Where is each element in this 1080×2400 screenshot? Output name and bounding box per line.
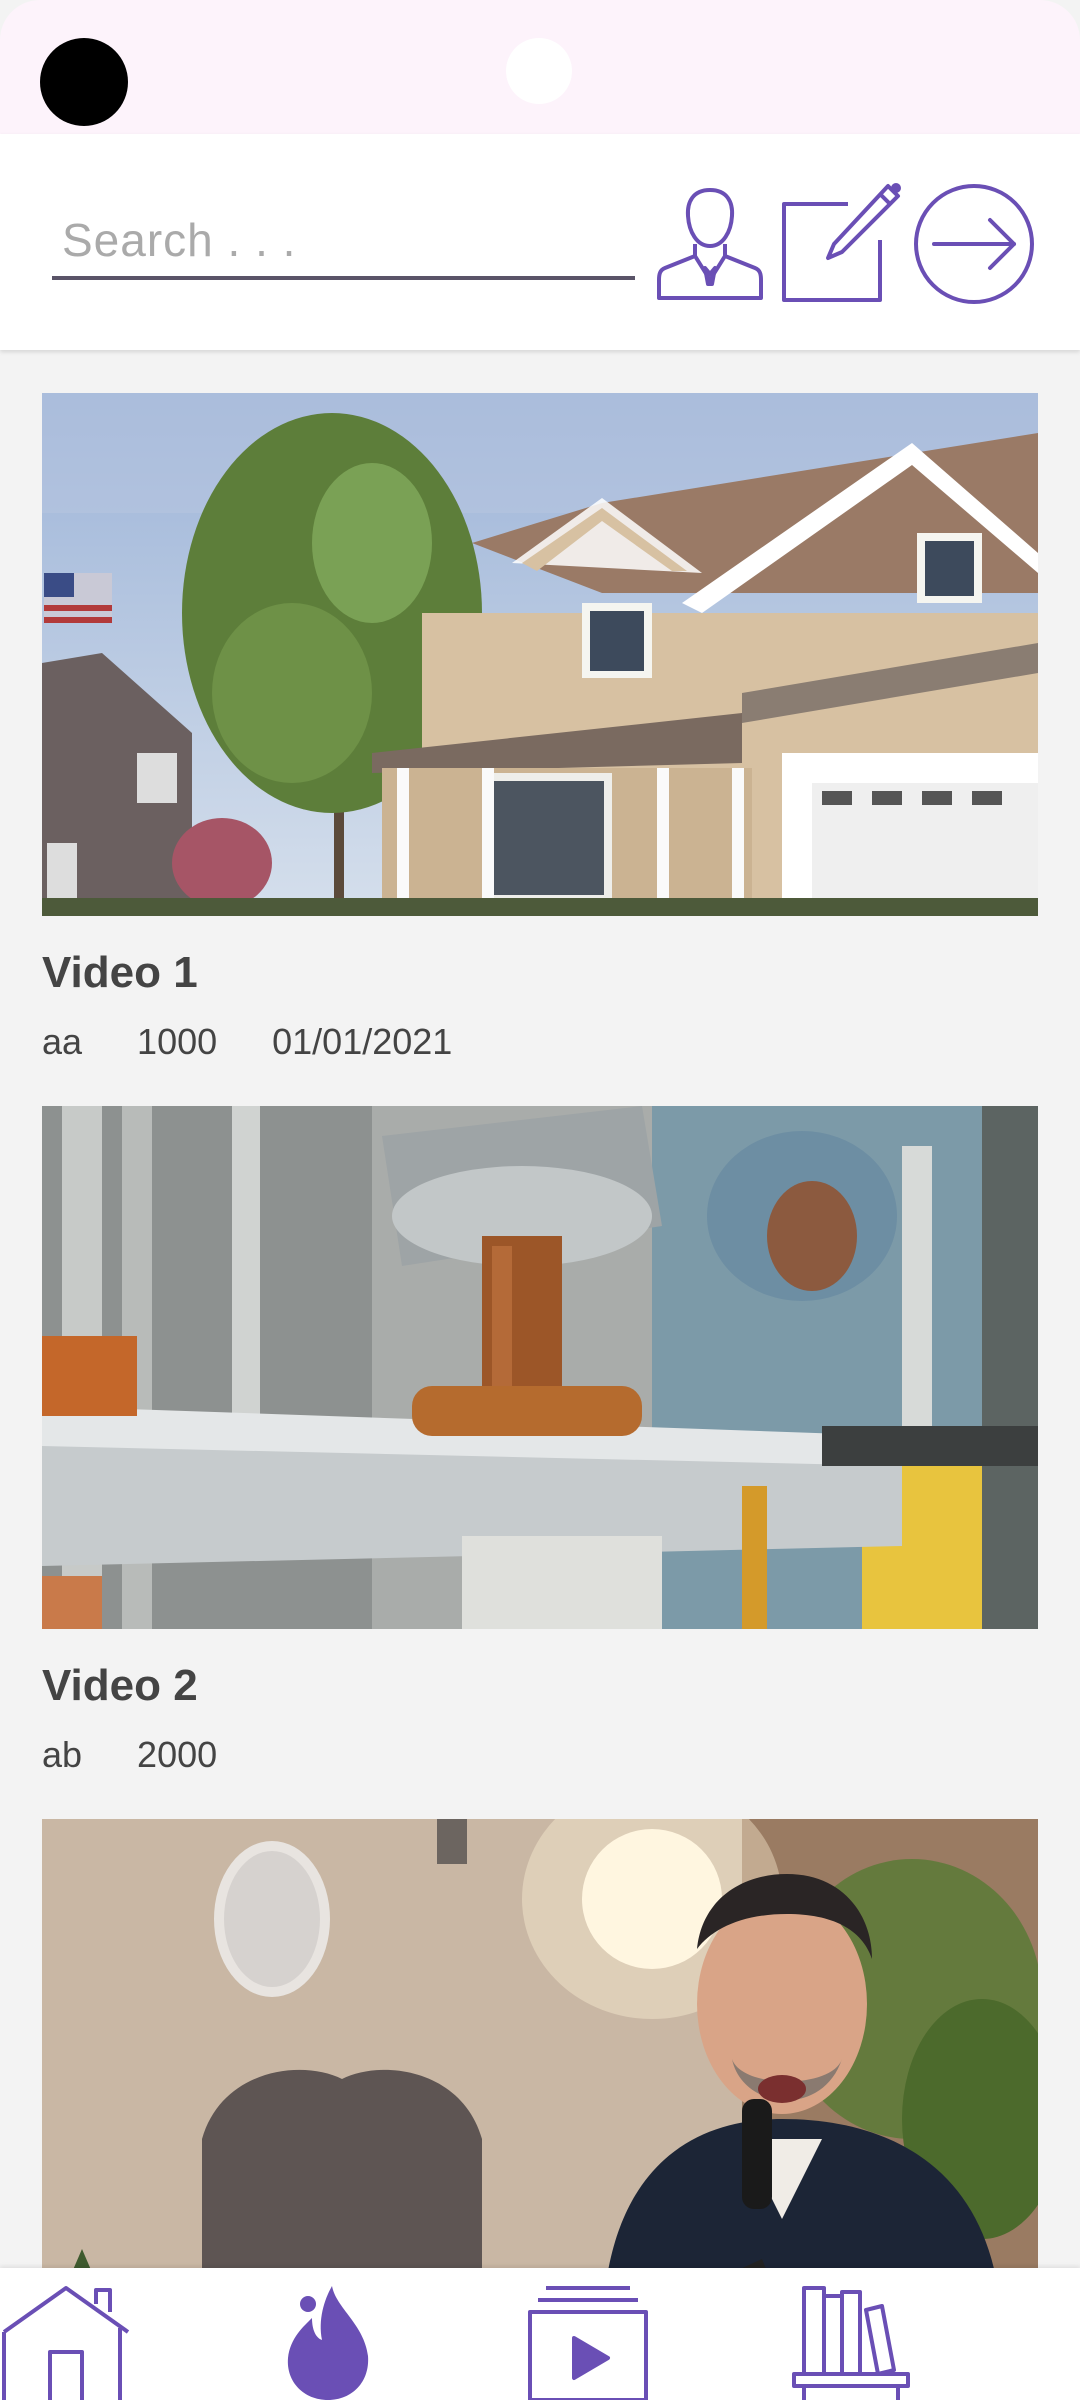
video-title[interactable]: Video 2 <box>42 1661 198 1711</box>
video-title[interactable]: Video 1 <box>42 948 198 998</box>
singer-thumbnail[interactable] <box>42 1819 1038 2268</box>
factory-thumbnail[interactable] <box>42 1106 1038 1629</box>
search-field[interactable] <box>52 204 635 280</box>
video-list[interactable]: Video 1 aa 1000 01/01/2021 Video 2 ab 20… <box>0 350 1080 2268</box>
video-date: 01/01/2021 <box>272 1021 453 1062</box>
top-bar <box>0 134 1080 350</box>
video-views: 1000 <box>137 1021 218 1062</box>
house-thumbnail[interactable] <box>42 393 1038 916</box>
edit-icon[interactable] <box>780 182 904 304</box>
video-meta: aa 1000 01/01/2021 <box>42 1021 507 1063</box>
video-author: aa <box>42 1021 83 1062</box>
status-bar <box>0 0 1080 134</box>
video-card[interactable]: Video 1 aa 1000 01/01/2021 <box>42 393 1038 1062</box>
home-icon[interactable] <box>0 2282 132 2400</box>
trending-fire-icon[interactable] <box>282 2282 374 2400</box>
video-author: ab <box>42 1734 83 1775</box>
library-icon[interactable] <box>790 2282 912 2400</box>
search-input[interactable] <box>52 204 635 276</box>
video-meta: ab 2000 <box>42 1734 272 1776</box>
video-views: 2000 <box>137 1734 218 1775</box>
videos-play-icon[interactable] <box>526 2282 650 2400</box>
video-card[interactable] <box>42 1819 1038 2268</box>
user-icon[interactable] <box>655 184 765 302</box>
video-card[interactable]: Video 2 ab 2000 <box>42 1106 1038 1775</box>
logout-icon[interactable] <box>912 182 1036 306</box>
bottom-navigation <box>0 2268 1080 2400</box>
front-sensor <box>506 38 572 104</box>
camera-cutout <box>40 38 128 126</box>
